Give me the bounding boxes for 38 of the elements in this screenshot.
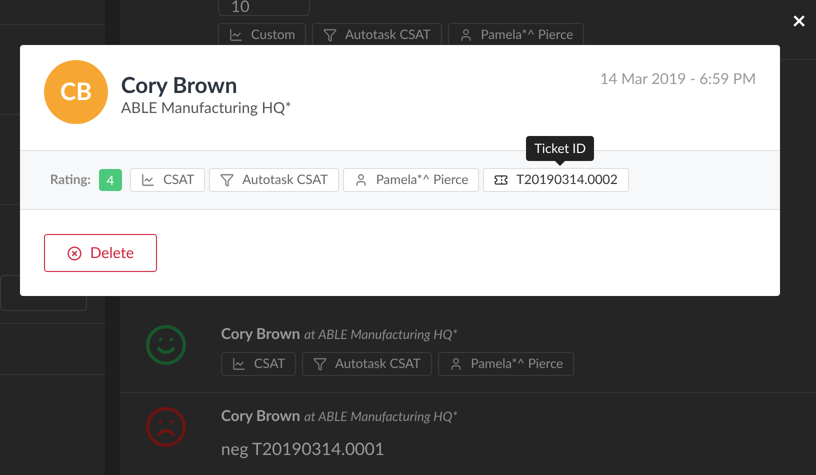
close-circle-icon xyxy=(67,246,82,260)
customer-company: ABLE Manufacturing HQ* xyxy=(121,98,292,118)
tag-label: Pamela*^ Pierce xyxy=(376,170,468,190)
close-button[interactable]: × xyxy=(792,9,806,33)
filter-icon xyxy=(220,173,234,187)
tag-label: Autotask CSAT xyxy=(242,170,328,190)
chart-icon xyxy=(232,356,246,370)
rating-label: Rating: xyxy=(50,170,91,190)
chart-icon xyxy=(229,28,243,42)
tag-label: Custom xyxy=(251,25,296,44)
sad-face-icon xyxy=(144,405,188,449)
user-icon xyxy=(458,28,473,42)
tag-label: Autotask CSAT xyxy=(335,354,421,373)
value-box: 10 xyxy=(218,0,310,16)
tag-label: Pamela*^ Pierce xyxy=(470,354,564,373)
chart-icon xyxy=(141,173,156,187)
tag-label: CSAT xyxy=(254,354,286,373)
rating-badge: 4 xyxy=(98,169,122,191)
delete-button[interactable]: Delete xyxy=(44,234,157,272)
avatar: CB xyxy=(44,60,108,124)
filter-icon xyxy=(313,356,328,370)
user-icon xyxy=(354,173,368,187)
date-text: 14 Mar 2019 - 6:59 PM xyxy=(600,69,756,90)
smiley-face-icon xyxy=(144,323,188,367)
ticket-icon xyxy=(494,173,508,187)
tooltip-arrow-icon xyxy=(555,161,566,166)
customer-name: Cory Brown xyxy=(121,72,238,98)
tag-label: Pamela*^ Pierce xyxy=(480,25,574,44)
tag-label: T20190314.0002 xyxy=(516,170,618,190)
author-name: Cory Brown xyxy=(221,406,300,427)
filter-icon xyxy=(323,28,338,42)
tag-label: Autotask CSAT xyxy=(345,25,431,44)
author-name: Cory Brown xyxy=(221,324,300,345)
tag-label: CSAT xyxy=(163,170,194,190)
author-company: at ABLE Manufacturing HQ* xyxy=(304,407,458,426)
comment-text: neg T20190314.0001 xyxy=(221,436,386,460)
author-company: at ABLE Manufacturing HQ* xyxy=(304,325,458,344)
user-icon xyxy=(448,356,463,370)
